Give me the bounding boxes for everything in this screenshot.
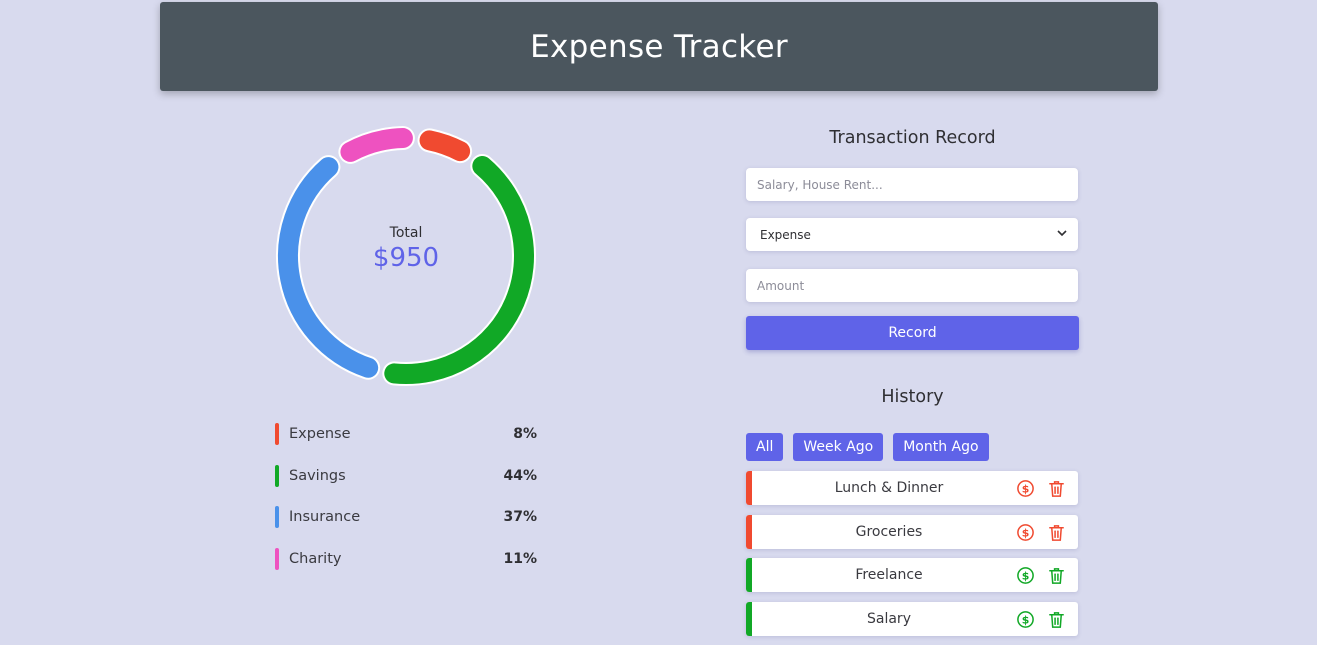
amount-input[interactable] xyxy=(746,269,1078,302)
legend-label: Savings xyxy=(289,467,346,484)
legend-percent: 8% xyxy=(513,426,537,442)
svg-text:$: $ xyxy=(1022,613,1030,626)
legend-color-bar xyxy=(275,506,279,528)
history-filters: All Week Ago Month Ago xyxy=(746,433,989,461)
svg-text:$: $ xyxy=(1022,526,1030,539)
history-item: Salary $ xyxy=(746,602,1078,636)
transaction-type-select[interactable]: Expense xyxy=(746,218,1078,251)
history-item-name: Freelance xyxy=(855,567,923,583)
trash-icon[interactable] xyxy=(1047,566,1066,585)
legend: Expense 8% Savings 44% Insurance 37% Cha… xyxy=(275,420,537,586)
dollar-circle-icon[interactable]: $ xyxy=(1016,479,1035,498)
svg-text:$: $ xyxy=(1022,482,1030,495)
donut-chart: Total $950 xyxy=(270,120,542,392)
legend-label: Charity xyxy=(289,550,342,567)
trash-icon[interactable] xyxy=(1047,610,1066,629)
legend-percent: 11% xyxy=(503,550,537,567)
legend-color-bar xyxy=(275,464,279,487)
legend-item-expense: Expense 8% xyxy=(275,420,537,448)
donut-center: Total $950 xyxy=(270,120,542,392)
record-button[interactable]: Record xyxy=(746,316,1079,350)
legend-percent: 44% xyxy=(503,467,537,484)
transaction-type-value[interactable]: Expense xyxy=(746,218,1078,251)
history-item-name: Lunch & Dinner xyxy=(834,480,944,496)
history-item-name: Groceries xyxy=(855,524,923,540)
history-item: Groceries $ xyxy=(746,515,1078,549)
dollar-circle-icon[interactable]: $ xyxy=(1016,523,1035,542)
chevron-down-icon xyxy=(1057,230,1067,237)
trash-icon[interactable] xyxy=(1047,523,1066,542)
dollar-circle-icon[interactable]: $ xyxy=(1016,610,1035,629)
total-value: $950 xyxy=(372,243,440,273)
history-title: History xyxy=(881,387,944,407)
history-item: Lunch & Dinner $ xyxy=(746,471,1078,505)
transaction-type-label: Expense xyxy=(760,227,811,242)
filter-month-ago-button[interactable]: Month Ago xyxy=(893,433,989,461)
legend-label: Insurance xyxy=(289,509,361,525)
filter-week-ago-button[interactable]: Week Ago xyxy=(793,433,884,461)
legend-label: Expense xyxy=(289,426,351,442)
legend-color-bar xyxy=(275,423,279,445)
legend-color-bar xyxy=(275,547,279,570)
history-item: Freelance $ xyxy=(746,558,1078,592)
dollar-circle-icon[interactable]: $ xyxy=(1016,566,1035,585)
history-item-name: Salary xyxy=(867,611,911,627)
app-title: Expense Tracker xyxy=(530,28,788,65)
legend-item-charity: Charity 11% xyxy=(275,545,537,573)
legend-item-savings: Savings 44% xyxy=(275,462,537,490)
transaction-record-title: Transaction Record xyxy=(829,128,996,148)
trash-icon[interactable] xyxy=(1047,479,1066,498)
legend-item-insurance: Insurance 37% xyxy=(275,503,537,531)
legend-percent: 37% xyxy=(503,509,537,525)
filter-all-button[interactable]: All xyxy=(746,433,784,461)
total-label: Total xyxy=(389,225,423,241)
svg-text:$: $ xyxy=(1022,569,1030,582)
transaction-name-input[interactable] xyxy=(746,168,1078,201)
app-header: Expense Tracker xyxy=(160,2,1158,91)
